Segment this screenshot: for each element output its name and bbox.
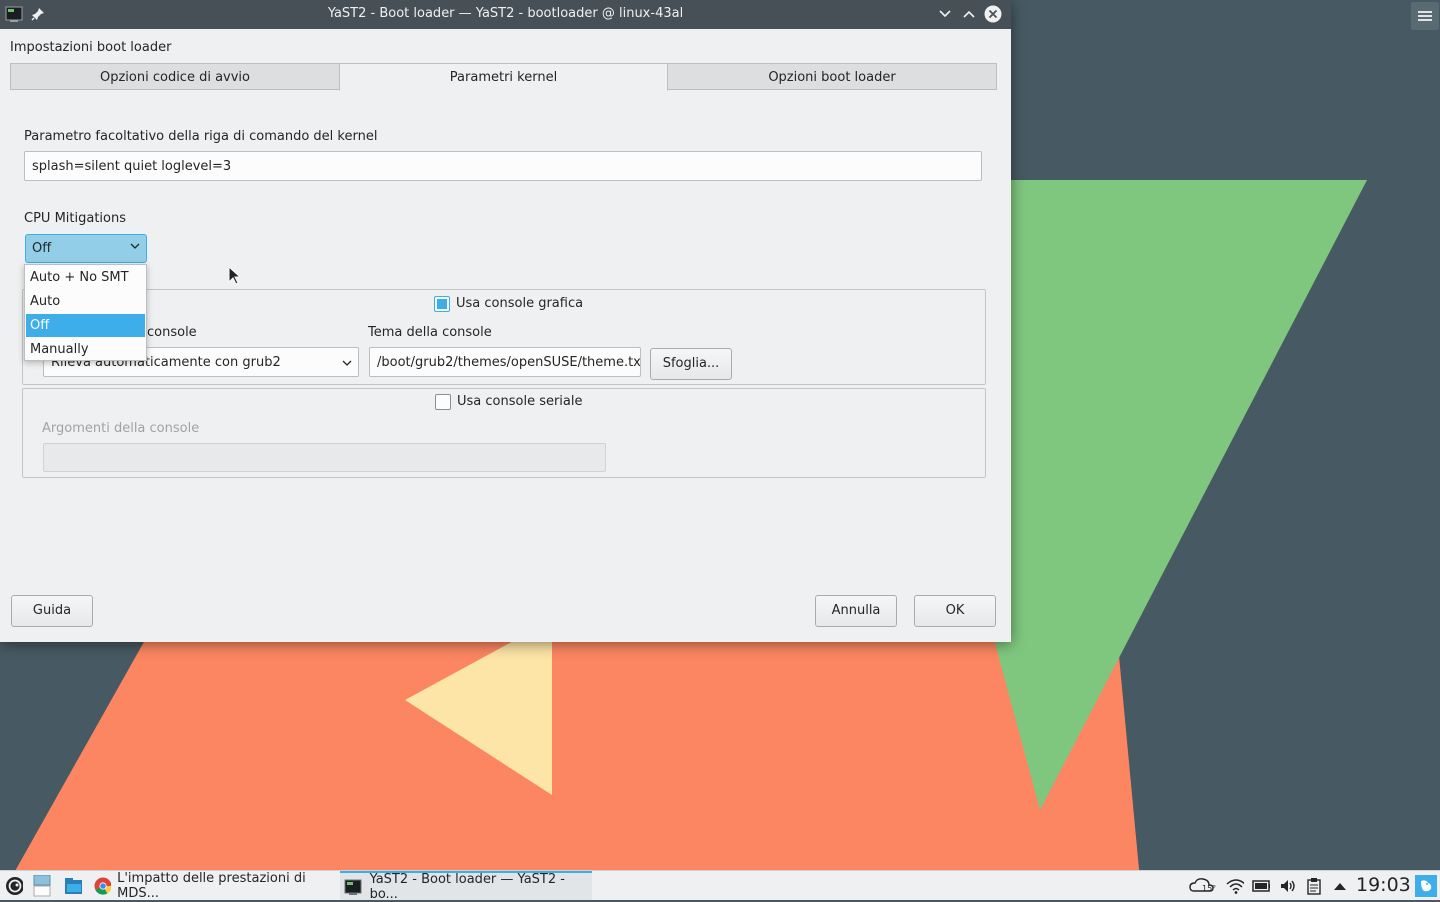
kernel-cmdline-label: Parametro facoltativo della riga di coma… — [24, 129, 378, 144]
weather-temperature: 15° — [1202, 884, 1217, 893]
application-launcher-icon[interactable] — [5, 877, 23, 895]
console-theme-input[interactable]: /boot/grub2/themes/openSUSE/theme.txt — [369, 347, 641, 377]
tab-bar: Opzioni codice di avvio Parametri kernel… — [10, 63, 997, 91]
volume-icon[interactable] — [1279, 877, 1297, 895]
chevron-down-icon — [130, 243, 140, 249]
cpu-mitigations-select[interactable]: Off — [25, 234, 147, 263]
close-button[interactable] — [984, 5, 1002, 23]
taskbar: L'impatto delle prestazioni di MDS... Ya… — [0, 870, 1440, 902]
graphic-console-checkbox[interactable] — [434, 296, 450, 312]
dropdown-option-auto-nosmt[interactable]: Auto + No SMT — [26, 266, 145, 289]
clipboard-icon[interactable] — [1305, 877, 1323, 895]
taskbar-task-yast[interactable]: YaST2 - Boot loader — YaST2 - bo... — [340, 871, 592, 902]
minimize-button[interactable] — [936, 5, 954, 23]
task-label: YaST2 - Boot loader — YaST2 - bo... — [369, 871, 565, 902]
dropdown-option-auto[interactable]: Auto — [26, 290, 145, 313]
window-titlebar[interactable]: YaST2 - Boot loader — YaST2 - bootloader… — [0, 0, 1011, 29]
show-desktop-icon[interactable] — [1415, 875, 1437, 897]
wifi-icon[interactable] — [1226, 877, 1244, 895]
battery-icon[interactable] — [1252, 877, 1270, 895]
chevron-down-icon — [939, 10, 951, 18]
cancel-button[interactable]: Annulla — [815, 595, 897, 627]
file-manager-icon[interactable] — [64, 877, 82, 895]
close-icon — [984, 5, 1002, 23]
yast-bootloader-window: YaST2 - Boot loader — YaST2 - bootloader… — [0, 0, 1011, 642]
dropdown-option-manually[interactable]: Manually — [26, 338, 145, 361]
help-button[interactable]: Guida — [11, 595, 93, 627]
desktop-toolbox-button[interactable] — [1411, 2, 1439, 30]
taskbar-task-browser[interactable]: L'impatto delle prestazioni di MDS... — [90, 870, 340, 901]
tab-bootloader-options[interactable]: Opzioni boot loader — [667, 63, 997, 90]
chevron-down-icon — [342, 360, 352, 366]
tab-boot-code-options[interactable]: Opzioni codice di avvio — [10, 63, 340, 90]
window-title: YaST2 - Boot loader — YaST2 - bootloader… — [327, 6, 684, 21]
console-args-label: Argomenti della console — [42, 421, 200, 436]
console-args-input — [43, 443, 606, 472]
cpu-mitigations-label: CPU Mitigations — [24, 211, 126, 226]
hamburger-icon — [1418, 11, 1432, 21]
maximize-button[interactable] — [960, 5, 978, 23]
yast-app-icon — [344, 879, 362, 895]
show-hidden-icons-icon[interactable] — [1331, 877, 1349, 895]
chevron-up-icon — [963, 10, 975, 18]
serial-console-checkbox[interactable] — [435, 394, 451, 410]
kernel-cmdline-value: splash=silent quiet loglevel=3 — [32, 158, 232, 174]
console-theme-value: /boot/grub2/themes/openSUSE/theme.txt — [377, 354, 641, 370]
cpu-mitigations-value: Off — [32, 241, 52, 256]
page-title: Impostazioni boot loader — [10, 40, 172, 55]
console-resolution-label: console — [147, 325, 197, 340]
kernel-cmdline-input[interactable]: splash=silent quiet loglevel=3 — [24, 151, 982, 181]
ok-button[interactable]: OK — [914, 595, 996, 627]
graphic-console-label: Usa console grafica — [456, 296, 584, 311]
tab-kernel-parameters[interactable]: Parametri kernel — [339, 63, 668, 91]
console-theme-label: Tema della console — [368, 325, 492, 340]
chrome-icon — [94, 877, 112, 895]
mouse-cursor-icon — [228, 266, 240, 285]
browse-button[interactable]: Sfoglia... — [650, 348, 732, 380]
pager-icon[interactable] — [33, 875, 51, 897]
clock[interactable]: 19:03 — [1356, 874, 1411, 896]
dropdown-option-off[interactable]: Off — [26, 314, 145, 337]
serial-console-label: Usa console seriale — [457, 394, 583, 409]
cpu-mitigations-dropdown-list: Auto + No SMT Auto Off Manually — [24, 264, 147, 361]
task-label: L'impatto delle prestazioni di MDS... — [117, 870, 306, 901]
